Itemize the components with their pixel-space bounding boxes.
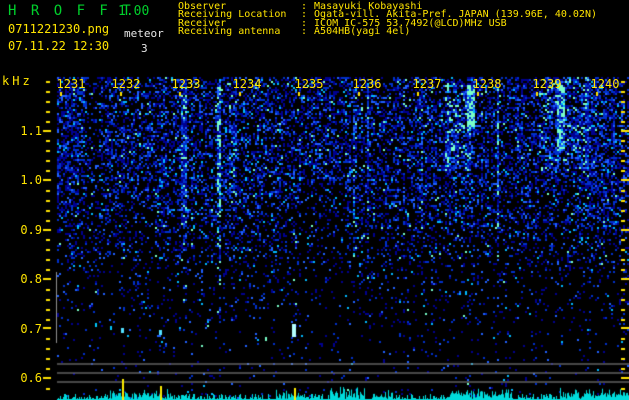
- time-axis-label: 1238: [472, 77, 502, 91]
- info-label: Receiving antenna: [178, 26, 281, 38]
- freq-axis-label: 0.8: [20, 272, 42, 286]
- time-axis-label: 1234: [232, 77, 262, 91]
- time-axis-label: 1240: [590, 77, 620, 91]
- meteor-count: 3: [141, 42, 148, 55]
- mode-label: meteor: [124, 27, 164, 40]
- time-axis-label: 1237: [412, 77, 442, 91]
- info-row: Receiving antenna : A504HB(yagi 4el): [178, 26, 597, 38]
- freq-axis-label: 0.9: [20, 222, 42, 237]
- freq-axis-label: 0.7: [20, 321, 42, 336]
- freq-axis-label: 0.6: [20, 371, 42, 385]
- freq-axis-label: 1.1: [20, 123, 42, 138]
- spectrogram-canvas: [0, 0, 629, 400]
- output-filename: 0711221230.png: [8, 22, 110, 36]
- freq-axis-unit: kHz: [2, 74, 33, 88]
- info-value: A504HB(yagi 4el): [314, 26, 411, 38]
- hrofft-window: H R O F F T 1.00 0711221230.png 07.11.22…: [0, 0, 629, 400]
- info-colon: :: [301, 26, 308, 38]
- time-axis-label: 1239: [532, 77, 562, 91]
- station-info-block: Observer : Masayuki Kobayashi Receiving …: [178, 1, 597, 38]
- time-axis-label: 1236: [352, 77, 382, 91]
- time-axis-label: 1231: [56, 77, 86, 91]
- time-axis-label: 1233: [171, 77, 201, 91]
- freq-axis-label: 1.0: [20, 173, 42, 187]
- time-axis-label: 1232: [111, 77, 141, 91]
- time-axis-label: 1235: [294, 77, 324, 91]
- app-title: H R O F F T: [8, 3, 134, 19]
- capture-datetime: 07.11.22 12:30: [8, 39, 110, 53]
- app-version: 1.00: [118, 4, 150, 19]
